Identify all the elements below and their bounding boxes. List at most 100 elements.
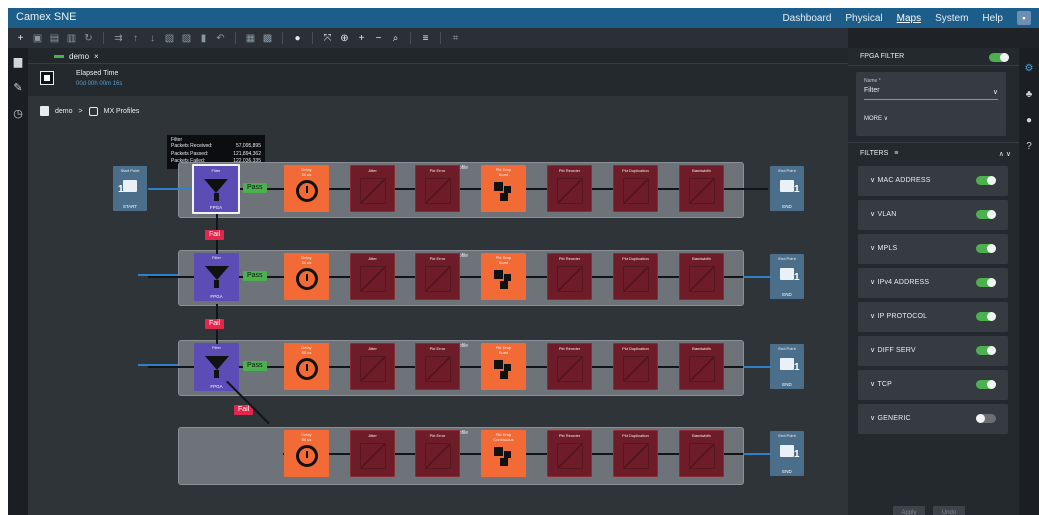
breadcrumb-root[interactable]: demo [55,108,73,115]
delay-node[interactable]: Delay 50 us [284,165,329,212]
pkt-error-node[interactable]: Pkt Error [415,253,460,300]
filter-node[interactable]: Filter FPGA [192,164,240,214]
tab-close-icon[interactable]: × [94,52,99,61]
end-point-node[interactable]: End Point 1 END [770,344,804,389]
folder-icon[interactable]: ▆ [11,54,25,68]
end-point-node[interactable]: End Point 1 END [770,166,804,211]
filter-toggle[interactable] [976,210,996,219]
jitter-node[interactable]: Jitter [350,253,395,300]
more-button[interactable]: MORE ∨ [864,115,888,122]
delay-node[interactable]: Delay 50 us [284,343,329,390]
bandwidth-node[interactable]: Bandwidth [679,430,724,477]
stop-button[interactable] [40,71,54,85]
add-icon[interactable]: + [14,32,27,44]
filter-item[interactable]: ∨ MAC ADDRESS [858,166,1008,196]
bandwidth-node[interactable]: Bandwidth [679,343,724,390]
toggle-icon[interactable]: ● [291,32,304,44]
move-down-icon[interactable]: ↓ [146,32,159,44]
filter-toggle[interactable] [976,312,996,321]
filter-edit-icon[interactable]: ≡ [894,150,898,157]
pkt-drop-burst-node[interactable]: Pkt Drop Burst [481,165,526,212]
pkt-reorder-node[interactable]: Pkt Reorder [547,430,592,477]
delay-node[interactable]: Delay 50 us [284,430,329,477]
nav-maps[interactable]: Maps [897,13,921,24]
profile-container[interactable]: Profile [178,427,744,485]
pkt-dup-node[interactable]: Pkt Duplication [613,343,658,390]
help-icon[interactable]: ? [1023,140,1035,152]
filter-node[interactable]: Filter FPGA [194,343,239,391]
filter-item[interactable]: ∨ IPv4 ADDRESS [858,268,1008,298]
pkt-dup-node[interactable]: Pkt Duplication [613,253,658,300]
paste-icon[interactable]: ▨ [180,32,193,44]
center-icon[interactable]: ⊕ [338,32,351,44]
jitter-node[interactable]: Jitter [350,165,395,212]
delay-node[interactable]: Delay 50 us [284,253,329,300]
delete-icon[interactable]: ▮ [197,32,210,44]
user-avatar-icon[interactable]: ▪ [1017,11,1031,25]
filter-item[interactable]: ∨ IP PROTOCOL [858,302,1008,332]
filter-toggle[interactable] [976,380,996,389]
filter-item[interactable]: ∨ VLAN [858,200,1008,230]
zoom-in-icon[interactable]: + [355,32,368,44]
toggle-view-icon[interactable]: ● [1023,114,1035,126]
jitter-node[interactable]: Jitter [350,343,395,390]
fpga-filter-toggle[interactable] [989,53,1009,62]
map-canvas[interactable]: Elapsed Time 00d 00h 00m 16s demo > MX P… [28,64,848,515]
undo-icon[interactable]: ↶ [214,32,227,44]
grid-icon[interactable]: ▩ [261,32,274,44]
chevron-down-icon[interactable]: ∨ [993,88,998,96]
breadcrumb-leaf[interactable]: MX Profiles [104,108,140,115]
menu-icon[interactable]: ≡ [419,32,432,44]
filter-toggle[interactable] [976,244,996,253]
pkt-dup-node[interactable]: Pkt Duplication [613,430,658,477]
collapse-controls-icon[interactable]: ∧ ∨ [999,150,1011,158]
undo-button[interactable]: Undo [933,506,965,515]
filter-node[interactable]: Filter FPGA [194,253,239,301]
tab-demo[interactable]: demo × [54,49,99,63]
filter-toggle[interactable] [976,346,996,355]
pkt-dup-node[interactable]: Pkt Duplication [613,165,658,212]
filter-toggle[interactable] [976,414,996,423]
pkt-error-node[interactable]: Pkt Error [415,430,460,477]
nav-dashboard[interactable]: Dashboard [782,13,831,24]
copy-map-icon[interactable]: ▥ [65,32,78,44]
settings-icon[interactable]: ⚙ [1023,62,1035,74]
nav-system[interactable]: System [935,13,968,24]
filter-item[interactable]: ∨ MPLS [858,234,1008,264]
pkt-reorder-node[interactable]: Pkt Reorder [547,165,592,212]
history-icon[interactable]: ◷ [11,106,25,120]
jitter-node[interactable]: Jitter [350,430,395,477]
pkt-error-node[interactable]: Pkt Error [415,343,460,390]
refresh-icon[interactable]: ↻ [82,32,95,44]
filter-toggle[interactable] [976,278,996,287]
users-icon[interactable]: ♣ [1023,88,1035,100]
name-field[interactable]: Filter [864,87,880,94]
save-icon[interactable]: ▣ [31,32,44,44]
search-icon[interactable]: ⌕ [389,32,402,44]
pkt-error-node[interactable]: Pkt Error [415,165,460,212]
nav-help[interactable]: Help [982,13,1003,24]
apply-button[interactable]: Apply [893,506,925,515]
filter-item[interactable]: ∨ DIFF SERV [858,336,1008,366]
pkt-reorder-node[interactable]: Pkt Reorder [547,343,592,390]
move-up-icon[interactable]: ↑ [129,32,142,44]
fit-screen-icon[interactable]: ⤧ [321,32,334,44]
start-point-node[interactable]: Start Point 1 START [113,166,147,211]
nav-physical[interactable]: Physical [845,13,882,24]
bandwidth-node[interactable]: Bandwidth [679,253,724,300]
filter-item[interactable]: ∨ GENERIC [858,404,1008,434]
filter-item[interactable]: ∨ TCP [858,370,1008,400]
pkt-drop-burst-node[interactable]: Pkt Drop Burst [481,343,526,390]
pkt-drop-cont-node[interactable]: Pkt Drop Continuous [481,430,526,477]
expand-icon[interactable]: ⌗ [449,32,462,44]
pkt-drop-burst-node[interactable]: Pkt Drop Burst [481,253,526,300]
wrench-icon[interactable]: ✎ [11,80,25,94]
zoom-out-icon[interactable]: − [372,32,385,44]
bandwidth-node[interactable]: Bandwidth [679,165,724,212]
end-point-node[interactable]: End Point 1 END [770,254,804,299]
link-icon[interactable]: ⇉ [112,32,125,44]
copy-icon[interactable]: ▧ [163,32,176,44]
filter-toggle[interactable] [976,176,996,185]
align-icon[interactable]: ▦ [244,32,257,44]
pkt-reorder-node[interactable]: Pkt Reorder [547,253,592,300]
